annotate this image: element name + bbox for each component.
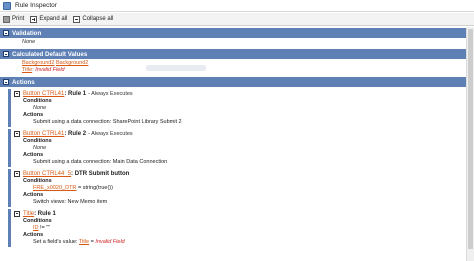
toolbar: Print Expand all Collapse all — [0, 13, 474, 26]
collapse-all-label: Collapse all — [82, 16, 114, 22]
action-text: Switch views: New Memo item — [33, 199, 108, 205]
field-link[interactable]: Background2 — [22, 60, 54, 66]
actions-label: Actions — [23, 192, 44, 198]
conditions-value: None — [33, 145, 47, 151]
condition-rest: = string(true()) — [76, 185, 113, 191]
collapse-toggle-icon[interactable] — [3, 30, 9, 36]
window-title: Rule Inspector — [15, 2, 57, 9]
rule-header[interactable]: Button CTRL41 : Rule 2 - Always Executes — [8, 129, 466, 138]
rule-accent-bar — [8, 169, 11, 207]
actions-label: Actions — [23, 112, 44, 118]
app-icon — [3, 1, 11, 10]
field-link[interactable]: Title — [22, 67, 32, 73]
actions-label: Actions — [23, 232, 44, 238]
field-link[interactable]: Background2 — [56, 60, 88, 66]
rule-suffix: - Always Executes — [88, 90, 133, 97]
validation-body: None — [0, 38, 466, 48]
collapse-icon — [73, 15, 81, 23]
section-title: Validation — [12, 29, 42, 37]
conditions-label: Conditions — [23, 218, 52, 224]
inspector-content: Validation None Calculated Default Value… — [0, 27, 466, 261]
condition-expression: ID != "" — [8, 225, 466, 232]
field-link[interactable]: Title — [79, 239, 89, 245]
rule-header[interactable]: Button CTRL41 : Rule 1 - Always Executes — [8, 89, 466, 98]
rule-accent-bar — [8, 89, 11, 127]
expand-icon — [30, 15, 38, 23]
conditions-label: Conditions — [23, 98, 52, 104]
calculated-body: Background2 Background2 Title: Invalid F… — [0, 59, 466, 76]
conditions-value: None — [33, 105, 47, 111]
control-link[interactable]: Button CTRL41 — [23, 91, 64, 97]
expand-all-button[interactable]: Expand all — [30, 15, 68, 23]
conditions-label: Conditions — [23, 138, 52, 144]
action-text: Set a field's value: Title = Invalid Fie… — [8, 239, 466, 246]
condition-expression: FRE_x0020_DTR = string(true()) — [8, 185, 466, 192]
rule-suffix: - Always Executes — [88, 130, 133, 137]
expand-all-label: Expand all — [39, 16, 68, 22]
conditions-label: Conditions — [23, 178, 52, 184]
calculated-line-1: Background2 Background2 — [22, 60, 466, 67]
section-title: Actions — [12, 78, 35, 86]
rule-name: : Rule 2 — [64, 130, 87, 137]
action-text: Submit using a data connection: Main Dat… — [33, 159, 168, 165]
title-bar: Rule Inspector — [0, 0, 474, 12]
rule-block: Button CTRL41 : Rule 2 - Always Executes… — [8, 129, 466, 167]
rule-block: Button CTRL44_5 : DTR Submit button Cond… — [8, 169, 466, 207]
field-link[interactable]: FRE_x0020_DTR — [33, 185, 76, 191]
control-link[interactable]: Button CTRL44_5 — [23, 171, 71, 177]
print-icon — [3, 15, 10, 23]
vertical-scrollbar[interactable] — [466, 27, 474, 261]
section-title: Calculated Default Values — [12, 50, 88, 58]
section-calculated-header[interactable]: Calculated Default Values — [0, 49, 466, 59]
rule-header[interactable]: Title : Rule 1 — [8, 209, 466, 218]
rule-accent-bar — [8, 129, 11, 167]
collapse-toggle-icon[interactable] — [3, 79, 9, 85]
control-link[interactable]: Title — [23, 211, 34, 217]
print-label: Print — [12, 16, 25, 22]
invalid-field-value: Invalid Field — [95, 239, 125, 245]
separator: : — [32, 67, 34, 73]
rule-name: : Rule 1 — [34, 210, 56, 217]
control-link[interactable]: Button CTRL41 — [23, 131, 64, 137]
rule-name: : DTR Submit button — [71, 170, 130, 177]
rule-name: : Rule 1 — [64, 90, 87, 97]
section-actions-header[interactable]: Actions — [0, 77, 466, 87]
action-prefix: Set a field's value: — [33, 239, 79, 245]
condition-rest: != "" — [38, 225, 51, 231]
action-text: Submit using a data connection: SharePoi… — [33, 119, 182, 125]
collapse-toggle-icon[interactable] — [14, 90, 20, 97]
collapse-toggle-icon[interactable] — [14, 130, 20, 137]
rule-accent-bar — [8, 209, 11, 247]
print-button[interactable]: Print — [3, 15, 25, 23]
collapse-toggle-icon[interactable] — [14, 210, 20, 217]
collapse-all-button[interactable]: Collapse all — [73, 15, 114, 23]
actions-label: Actions — [23, 152, 44, 158]
rule-block: Title : Rule 1 Conditions ID != "" Actio… — [8, 209, 466, 247]
calculated-line-2: Title: Invalid Field — [22, 67, 466, 74]
faded-overlay — [146, 65, 206, 71]
scrollbar-thumb[interactable] — [468, 29, 473, 249]
rule-header[interactable]: Button CTRL44_5 : DTR Submit button — [8, 169, 466, 178]
collapse-toggle-icon[interactable] — [3, 51, 9, 57]
invalid-field-value: Invalid Field — [35, 67, 65, 73]
rule-block: Button CTRL41 : Rule 1 - Always Executes… — [8, 89, 466, 127]
section-validation-header[interactable]: Validation — [0, 28, 466, 38]
collapse-toggle-icon[interactable] — [14, 170, 20, 177]
validation-value: None — [22, 39, 36, 45]
